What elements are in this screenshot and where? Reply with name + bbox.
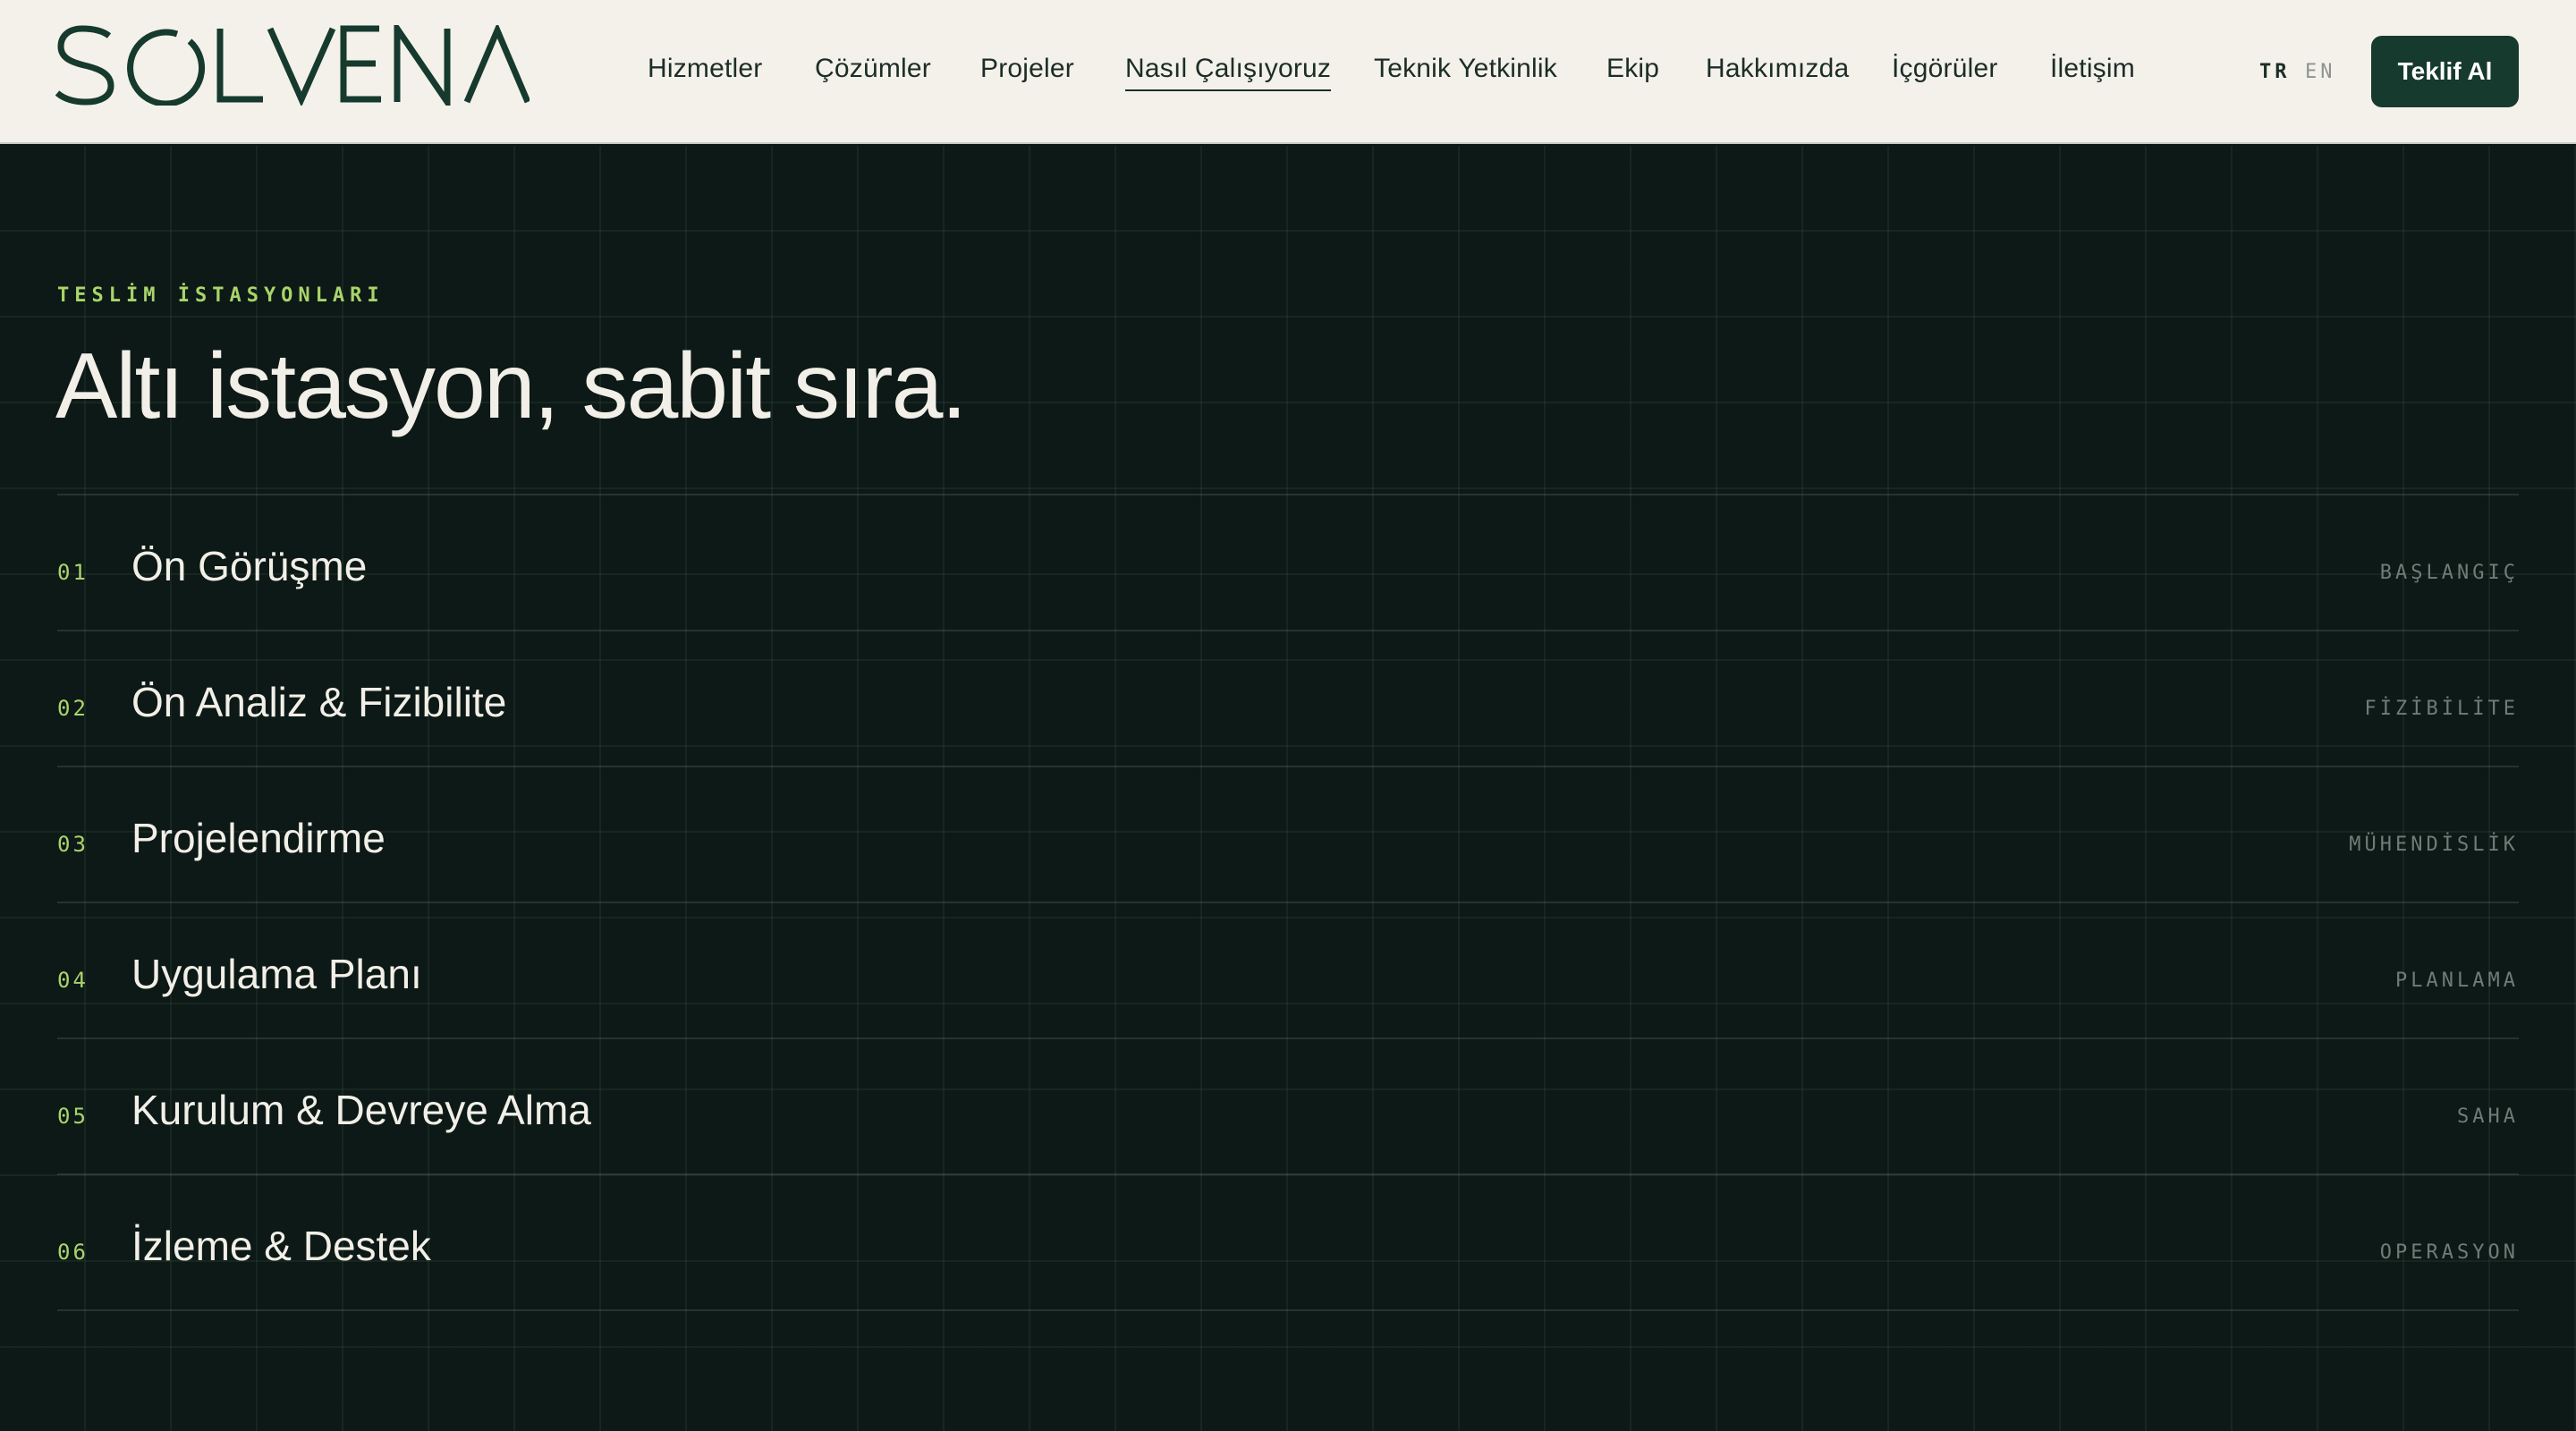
station-number: 01 xyxy=(57,560,89,585)
station-title: Projelendirme xyxy=(131,815,386,861)
station-tag: OPERASYON xyxy=(2379,1241,2519,1264)
station-number: 03 xyxy=(57,832,89,857)
lang-tr-button[interactable]: TR xyxy=(2259,61,2291,83)
station-tag: SAHA xyxy=(2457,1105,2519,1128)
nav-item-hizmetler[interactable]: Hizmetler xyxy=(648,54,762,84)
stations-list: 01 Ön Görüşme BAŞLANGIÇ 02 Ön Analiz & F… xyxy=(57,494,2519,1311)
nav-item-icgoruler[interactable]: İçgörüler xyxy=(1892,54,1998,84)
station-number: 04 xyxy=(57,968,89,993)
nav-item-hakkimizda[interactable]: Hakkımızda xyxy=(1706,54,1849,84)
section-title: Altı istasyon, sabit sıra. xyxy=(55,334,967,438)
nav-item-projeler[interactable]: Projeler xyxy=(980,54,1074,84)
station-row[interactable]: 06 İzleme & Destek OPERASYON xyxy=(57,1175,2519,1311)
station-tag: PLANLAMA xyxy=(2395,970,2519,992)
station-number: 06 xyxy=(57,1240,89,1265)
nav-item-ekip[interactable]: Ekip xyxy=(1606,54,1659,84)
station-title: Ön Analiz & Fizibilite xyxy=(131,679,507,725)
nav-item-teknik-yetkinlik[interactable]: Teknik Yetkinlik xyxy=(1374,54,1557,84)
nav-item-iletisim[interactable]: İletişim xyxy=(2050,54,2135,84)
lang-en-button[interactable]: EN xyxy=(2305,61,2336,83)
station-title: Kurulum & Devreye Alma xyxy=(131,1087,591,1133)
station-tag: MÜHENDİSLİK xyxy=(2349,834,2519,856)
station-number: 02 xyxy=(57,696,89,721)
station-number: 05 xyxy=(57,1104,89,1129)
station-row[interactable]: 02 Ön Analiz & Fizibilite FİZİBİLİTE xyxy=(57,631,2519,767)
station-row[interactable]: 03 Projelendirme MÜHENDİSLİK xyxy=(57,767,2519,903)
station-title: Uygulama Planı xyxy=(131,951,422,997)
get-quote-button[interactable]: Teklif Al xyxy=(2371,36,2519,107)
station-tag: FİZİBİLİTE xyxy=(2364,698,2519,720)
nav-item-cozumler[interactable]: Çözümler xyxy=(815,54,931,84)
site-header: Hizmetler Çözümler Projeler Nasıl Çalışı… xyxy=(0,0,2576,144)
station-title: Ön Görüşme xyxy=(131,543,368,589)
station-title: İzleme & Destek xyxy=(131,1223,431,1269)
nav-item-nasil-calisiyoruz[interactable]: Nasıl Çalışıyoruz xyxy=(1125,54,1332,91)
station-row[interactable]: 05 Kurulum & Devreye Alma SAHA xyxy=(57,1039,2519,1175)
main-nav: Hizmetler Çözümler Projeler Nasıl Çalışı… xyxy=(0,0,2576,144)
stations-section: TESLİM İSTASYONLARI Altı istasyon, sabit… xyxy=(0,146,2576,1431)
section-eyebrow: TESLİM İSTASYONLARI xyxy=(57,284,385,307)
station-tag: BAŞLANGIÇ xyxy=(2379,562,2519,584)
station-row[interactable]: 04 Uygulama Planı PLANLAMA xyxy=(57,903,2519,1039)
station-row[interactable]: 01 Ön Görüşme BAŞLANGIÇ xyxy=(57,495,2519,631)
